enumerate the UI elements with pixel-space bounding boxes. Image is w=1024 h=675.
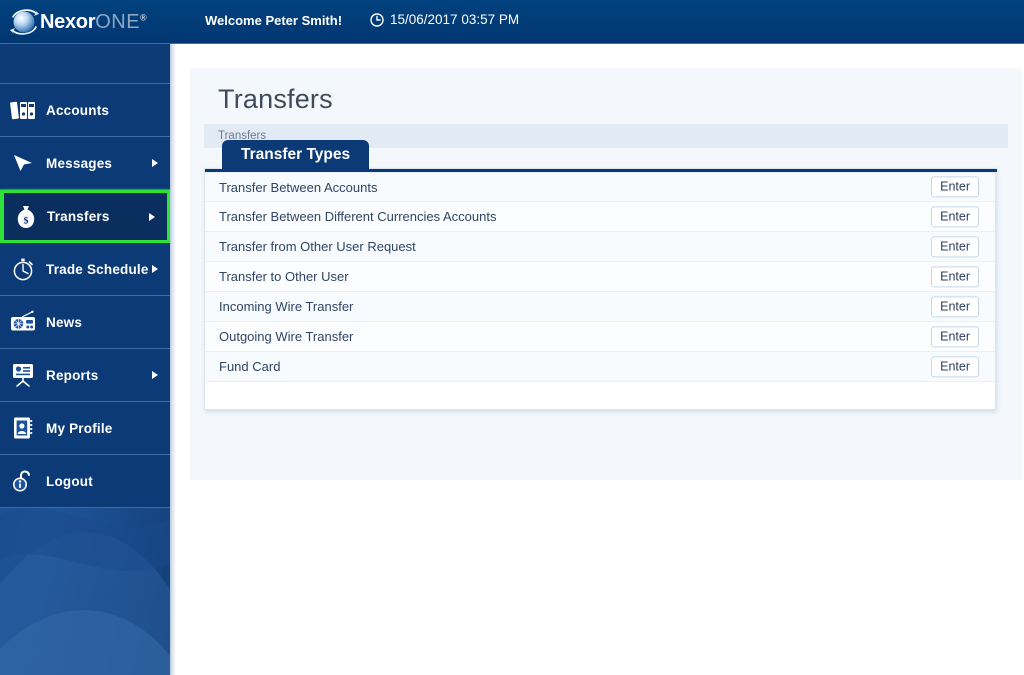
main-content: Transfers Transfers Transfer Between Acc… (176, 44, 1024, 675)
app-header: NexorONE® Welcome Peter Smith! 15/06/201… (0, 0, 1024, 44)
open-padlock-icon (0, 468, 46, 494)
page-title: Transfers (218, 84, 333, 114)
sidebar-top-spacer (0, 44, 170, 84)
list-item[interactable]: Transfer Between Different Currencies Ac… (205, 202, 995, 232)
transfer-type-label: Fund Card (219, 359, 281, 374)
transfer-type-label: Transfer from Other User Request (219, 239, 416, 254)
sidebar-item-label: Logout (46, 473, 93, 489)
user-name: Peter Smith! (265, 13, 343, 28)
brand-name-secondary: ONE (95, 11, 141, 33)
tab-transfer-types[interactable]: Transfer Types (222, 140, 370, 170)
money-bag-icon: $ (4, 204, 47, 230)
enter-button[interactable]: Enter (931, 205, 979, 228)
chevron-right-icon (152, 159, 158, 167)
list-item[interactable]: Outgoing Wire Transfer Enter (205, 322, 995, 352)
transfer-types-list: Transfer Between Accounts Enter Transfer… (205, 172, 995, 382)
enter-button[interactable]: Enter (931, 265, 979, 288)
chevron-right-icon (149, 212, 155, 221)
nexor-sphere-swoosh-icon (8, 5, 42, 39)
registered-trademark-symbol: ® (140, 12, 147, 23)
stopwatch-icon (0, 256, 46, 282)
sidebar-item-label: Reports (46, 367, 99, 383)
datetime-text: 15/06/2017 03:57 PM (390, 12, 520, 27)
sidebar-item-reports[interactable]: Reports (0, 349, 170, 402)
sidebar-item-label: Messages (46, 155, 113, 171)
welcome-message: Welcome Peter Smith! (205, 13, 342, 28)
app-window: NexorONE® Welcome Peter Smith! 15/06/201… (0, 0, 1024, 675)
sidebar-item-label: News (46, 314, 83, 330)
transfer-types-card: Transfer Between Accounts Enter Transfer… (204, 168, 997, 410)
brand-logo[interactable]: NexorONE® (8, 3, 188, 41)
presentation-icon (0, 362, 46, 388)
sidebar-item-transfers[interactable]: $ Transfers (0, 190, 170, 243)
chevron-right-icon (152, 371, 158, 379)
sidebar-item-list: Accounts Messages $ Transfers Trade Sche… (0, 44, 170, 508)
sidebar-item-label: Trade Schedule (46, 261, 149, 277)
sidebar-item-messages[interactable]: Messages (0, 137, 170, 190)
enter-button[interactable]: Enter (931, 355, 979, 378)
sidebar-item-label: Accounts (46, 102, 110, 118)
enter-button[interactable]: Enter (931, 325, 979, 348)
enter-button[interactable]: Enter (931, 295, 979, 318)
list-item[interactable]: Incoming Wire Transfer Enter (205, 292, 995, 322)
brand-name-primary: Nexor (40, 11, 96, 33)
brand-logo-text: NexorONE® (40, 11, 147, 33)
page-panel: Transfers Transfers Transfer Between Acc… (190, 68, 1022, 480)
sidebar-item-label: My Profile (46, 420, 113, 436)
sidebar-item-logout[interactable]: Logout (0, 455, 170, 508)
sidebar-item-label: Transfers (47, 209, 110, 224)
cursor-arrow-icon (0, 151, 46, 175)
welcome-prefix: Welcome (205, 13, 266, 28)
datetime-display: 15/06/2017 03:57 PM (370, 12, 519, 27)
address-book-icon (0, 415, 46, 441)
transfer-type-label: Transfer to Other User (219, 269, 349, 284)
sidebar-nav: Accounts Messages $ Transfers Trade Sche… (0, 44, 170, 675)
clock-icon (370, 12, 384, 27)
svg-text:$: $ (23, 215, 28, 226)
sidebar-item-my-profile[interactable]: My Profile (0, 402, 170, 455)
sidebar-item-news[interactable]: News (0, 296, 170, 349)
list-item[interactable]: Fund Card Enter (205, 352, 995, 382)
sidebar-item-accounts[interactable]: Accounts (0, 84, 170, 137)
enter-button[interactable]: Enter (931, 235, 979, 258)
chevron-right-icon (152, 265, 158, 273)
tab-strip: Transfer Types (204, 140, 996, 198)
transfer-type-label: Transfer Between Different Currencies Ac… (219, 209, 497, 224)
binders-icon (0, 98, 46, 122)
transfer-type-label: Outgoing Wire Transfer (219, 329, 354, 344)
list-item[interactable]: Transfer from Other User Request Enter (205, 232, 995, 262)
sidebar-item-trade-schedule[interactable]: Trade Schedule (0, 243, 170, 296)
radio-icon (0, 310, 46, 334)
transfer-type-label: Incoming Wire Transfer (219, 299, 354, 314)
list-item[interactable]: Transfer to Other User Enter (205, 262, 995, 292)
